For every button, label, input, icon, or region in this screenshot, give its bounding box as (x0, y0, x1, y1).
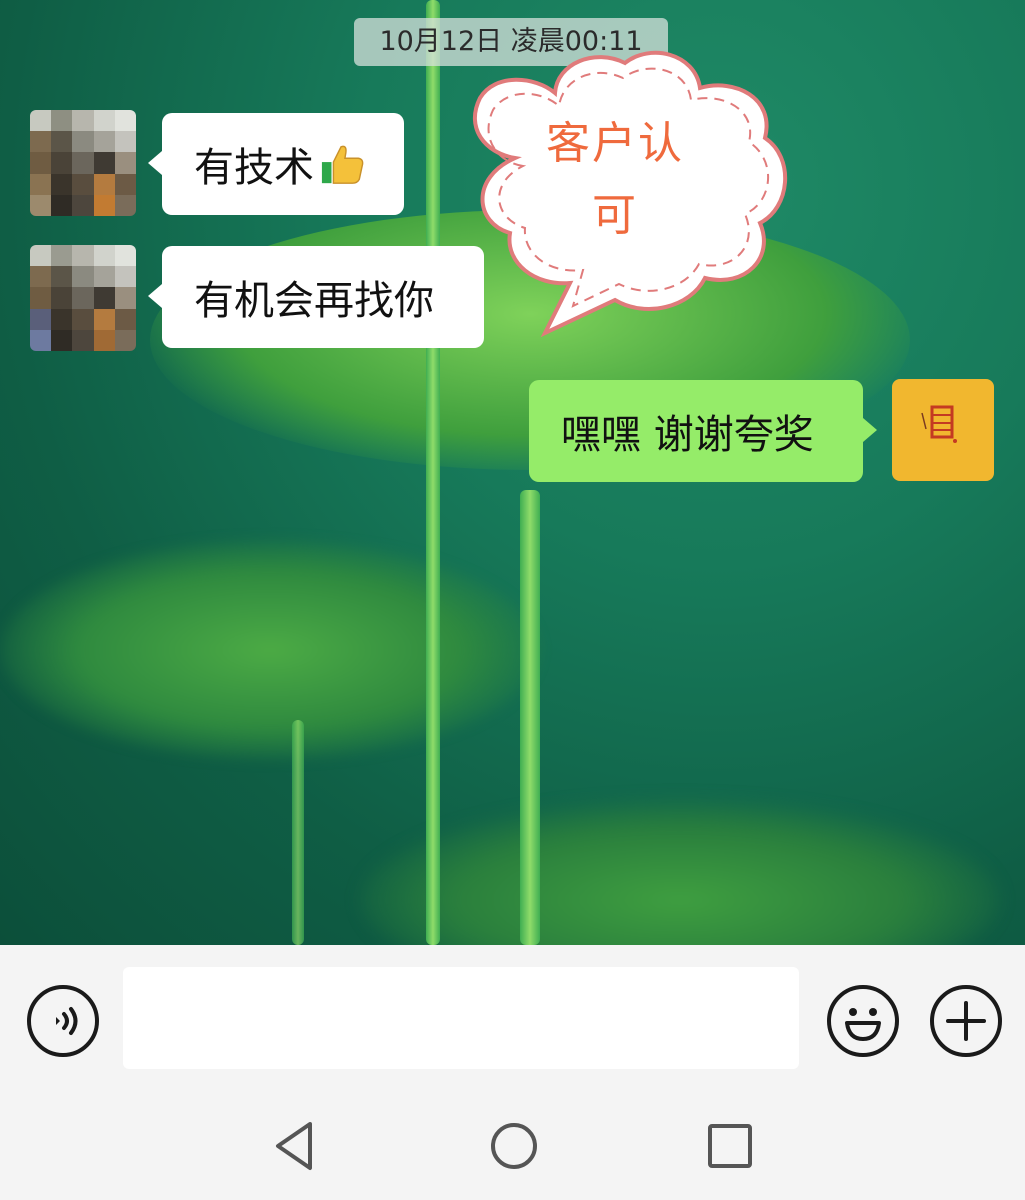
contact-avatar[interactable] (30, 110, 136, 216)
annotation-line: 可 (592, 190, 638, 241)
plus-icon (946, 1001, 986, 1041)
triangle-back-icon[interactable] (268, 1118, 320, 1174)
message-input[interactable] (123, 967, 799, 1069)
voice-wave-icon (56, 1007, 78, 1035)
voice-button[interactable] (27, 985, 99, 1057)
contact-avatar[interactable] (30, 245, 136, 351)
square-recents-icon[interactable] (704, 1120, 756, 1172)
background-leaf-blur-left (0, 540, 540, 760)
background-stem (292, 720, 304, 945)
message-text: 嘿嘿 谢谢夸奖 (561, 412, 814, 458)
message-text: 有技术 (194, 145, 314, 191)
background-leaf-blur-bottom (360, 800, 1000, 945)
seal-logo-icon (921, 405, 957, 443)
circle-home-icon[interactable] (486, 1118, 542, 1174)
annotation-line: 客户认 (546, 118, 684, 169)
smiley-icon (845, 1008, 881, 1041)
my-avatar[interactable] (892, 379, 994, 481)
incoming-message-bubble[interactable]: 有机会再找你 (148, 246, 484, 348)
emoji-button[interactable] (827, 985, 899, 1057)
thumbs-up-icon (321, 145, 364, 184)
outgoing-message-bubble[interactable]: 嘿嘿 谢谢夸奖 (529, 380, 877, 482)
annotation-text: 客户认 可 (520, 108, 710, 252)
incoming-message-bubble[interactable]: 有技术 (148, 113, 404, 215)
background-stem (520, 490, 540, 945)
more-button[interactable] (930, 985, 1002, 1057)
message-text: 有机会再找你 (194, 278, 434, 324)
chat-background: 10月12日 凌晨00:11 有技术 有机会再找你 客户认 可 嘿嘿 谢谢夸奖 (0, 0, 1025, 945)
background-stem (426, 0, 440, 945)
